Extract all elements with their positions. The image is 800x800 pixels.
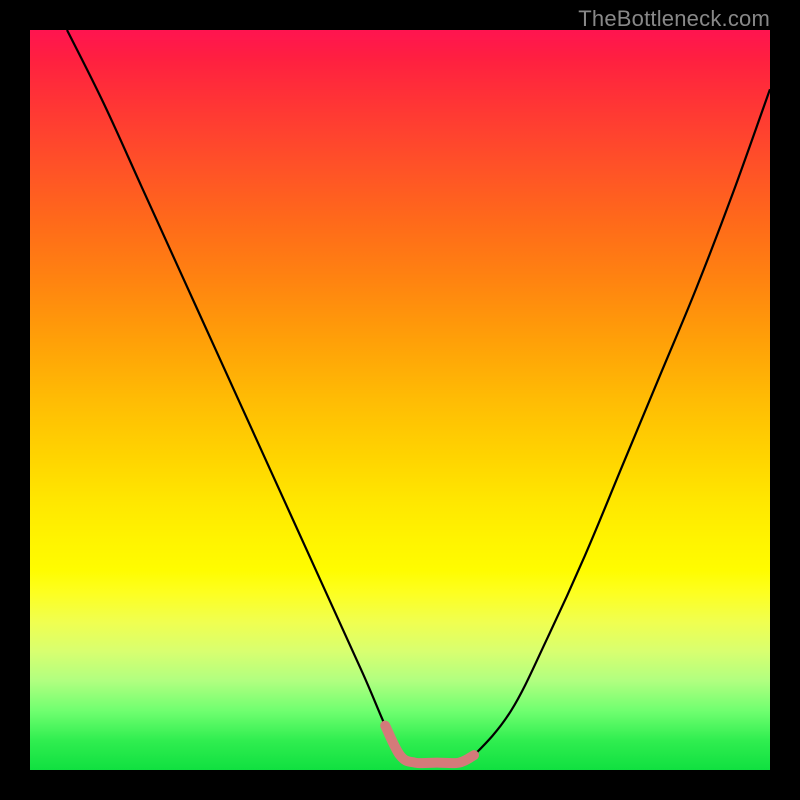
chart-plot-area: [30, 30, 770, 770]
optimal-range-marker: [385, 726, 474, 764]
bottleneck-curve: [67, 30, 770, 763]
curve-layer: [30, 30, 770, 770]
watermark-text: TheBottleneck.com: [578, 6, 770, 32]
